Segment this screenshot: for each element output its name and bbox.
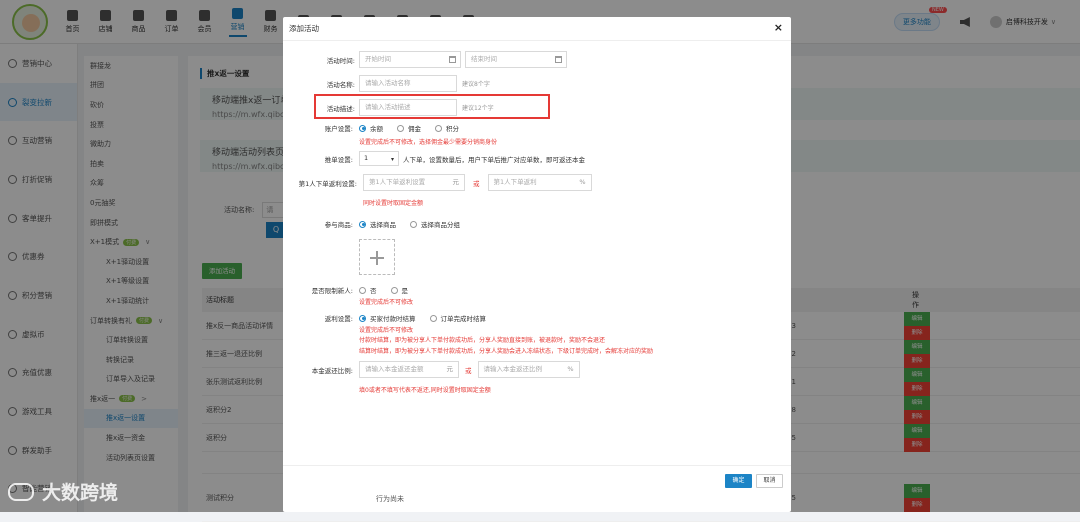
radio-circle-icon — [359, 124, 366, 132]
activity-description-input[interactable]: 请输入活动描述 — [359, 99, 457, 116]
name-label: 活动名称: — [326, 80, 355, 89]
radio-option[interactable]: 是 — [390, 285, 409, 295]
modal-title: 添加活动 — [289, 24, 319, 33]
yuan-unit: 元 — [452, 178, 460, 186]
radio-label: 订单完成时结算 — [440, 315, 487, 323]
first-rebate-row: 第1人下单返利设置: 第1人下单返利设置 元 或 第1人下单返利% — [283, 174, 592, 191]
modal-header: 添加活动 × — [283, 17, 791, 41]
radio-label: 是 — [401, 287, 409, 295]
order-row: 推单设置: 1 ▾ 人下单，设置数量后，用户下单后推广对应单数，即可返还本金 — [283, 151, 585, 166]
principal-percent-input[interactable]: 请输入本金返还比例% — [477, 361, 580, 378]
watermark: 大数跨境 — [8, 478, 118, 505]
account-row: 账户设置: 余额 佣金 积分 — [283, 123, 473, 134]
principal-amount-input[interactable]: 请输入本金返还金额 元 — [359, 361, 459, 378]
radio-circle-icon — [390, 286, 398, 294]
first-rebate-percent-placeholder: 第1人下单返利 — [493, 178, 537, 186]
principal-note: 填0或者不填写代表不返还,同时设置时取固定金额 — [359, 387, 491, 394]
add-activity-modal: 添加活动 × 活动时间: 开始时间 结束时间 活动名称: 请输入活动名称 建议8… — [283, 17, 791, 512]
chevron-down-icon: ▾ — [390, 156, 394, 163]
description-hint: 建议12个字 — [462, 105, 494, 112]
watermark-logo-icon — [8, 482, 34, 501]
percent-unit: % — [579, 178, 586, 186]
radio-label: 选择商品分组 — [421, 221, 460, 229]
radio-label: 余额 — [370, 125, 383, 133]
name-hint: 建议8个字 — [462, 81, 490, 88]
description-label: 活动描述: — [326, 104, 355, 113]
rebate-setting-row: 返利设置: 买家付款时结算 订单完成时结算 — [283, 313, 500, 324]
radio-option[interactable]: 积分 — [435, 123, 459, 133]
account-label: 账户设置: — [324, 125, 353, 134]
first-rebate-label: 第1人下单返利设置: — [298, 179, 357, 188]
name-row: 活动名称: 请输入活动名称 建议8个字 — [283, 75, 490, 92]
calendar-icon — [555, 56, 562, 63]
radio-option[interactable]: 余额 — [359, 123, 383, 133]
time-row: 活动时间: 开始时间 结束时间 — [283, 51, 567, 68]
radio-circle-icon — [359, 314, 366, 322]
end-time-input[interactable]: 结束时间 — [465, 51, 567, 68]
radio-label: 买家付款时结算 — [370, 315, 416, 323]
radio-option[interactable]: 买家付款时结算 — [359, 313, 416, 323]
time-label: 活动时间: — [326, 56, 355, 65]
radio-option[interactable]: 选择商品分组 — [410, 219, 460, 229]
principal-percent-placeholder: 请输入本金返还比例 — [483, 365, 543, 373]
radio-circle-icon — [359, 220, 366, 228]
first-rebate-amount-placeholder: 第1人下单返利设置 — [369, 178, 426, 186]
principal-row: 本金返还比例: 请输入本金返还金额 元 或 请输入本金返还比例% — [283, 361, 580, 378]
principal-label: 本金返还比例: — [311, 366, 353, 375]
activity-name-input[interactable]: 请输入活动名称 — [359, 75, 457, 92]
first-rebate-amount-input[interactable]: 第1人下单返利设置 元 — [363, 174, 465, 191]
yuan-unit: 元 — [446, 365, 454, 373]
radio-circle-icon — [359, 286, 366, 294]
plus-icon-vertical — [376, 251, 378, 265]
rebate-setting-note-3: 结算时结算，即为被分享人下单付款成功后，分享人奖励会进入冻结状态，下级订单完成时… — [359, 348, 654, 355]
radio-label: 选择商品 — [370, 221, 396, 229]
radio-label: 否 — [370, 287, 377, 295]
radio-circle-icon — [435, 124, 442, 132]
limit-label: 是否限制新人: — [311, 287, 353, 296]
principal-amount-placeholder: 请输入本金返还金额 — [365, 365, 424, 373]
start-time-input[interactable]: 开始时间 — [359, 51, 461, 68]
or-text: 或 — [465, 366, 472, 375]
radio-option[interactable]: 选择商品 — [359, 219, 396, 229]
radio-label: 佣金 — [408, 125, 421, 133]
percent-unit: % — [567, 365, 574, 373]
modal-footer — [283, 465, 791, 466]
calendar-icon — [449, 56, 456, 63]
radio-circle-icon — [410, 220, 417, 228]
account-note: 设置完成后不可修改，选择佣金最少需要分销商身份 — [359, 139, 498, 146]
description-row: 活动描述: 请输入活动描述 建议12个字 — [283, 99, 494, 116]
rebate-setting-label: 返利设置: — [324, 315, 353, 324]
table-footer-fragment: 行为尚未 — [376, 495, 404, 503]
rebate-setting-note-2: 付款时结算，即为被分享人下单付款成功后，分享人奖励直接到账，被退款时，奖励不会退… — [359, 337, 606, 344]
goods-label: 参与商品: — [324, 221, 353, 230]
first-rebate-note: 同时设置时取固定金额 — [363, 200, 424, 207]
limit-note: 设置完成后不可修改 — [359, 299, 414, 306]
watermark-text: 大数跨境 — [42, 482, 119, 504]
confirm-button[interactable]: 确定 — [725, 474, 752, 488]
order-count-value: 1 — [364, 154, 369, 162]
order-count-select[interactable]: 1 ▾ — [359, 151, 399, 166]
radio-option[interactable]: 佣金 — [397, 123, 421, 133]
radio-option[interactable]: 订单完成时结算 — [429, 313, 487, 323]
goods-row: 参与商品: 选择商品 选择商品分组 — [283, 219, 474, 230]
close-icon[interactable]: × — [774, 21, 783, 34]
or-text: 或 — [473, 179, 480, 188]
limit-row: 是否限制新人: 否 是 — [283, 285, 422, 296]
rebate-setting-note-1: 设置完成后不可修改 — [359, 327, 414, 334]
end-time-placeholder: 结束时间 — [471, 55, 497, 63]
cancel-button[interactable]: 取消 — [756, 474, 783, 488]
order-label: 推单设置: — [324, 155, 353, 164]
radio-option[interactable]: 否 — [359, 285, 377, 295]
radio-label: 积分 — [446, 125, 459, 133]
radio-circle-icon — [397, 124, 404, 132]
radio-circle-icon — [429, 314, 437, 322]
start-time-placeholder: 开始时间 — [365, 55, 391, 63]
first-rebate-percent-input[interactable]: 第1人下单返利% — [487, 174, 592, 191]
order-note: 人下单，设置数量后，用户下单后推广对应单数，即可返还本金 — [403, 155, 585, 164]
add-goods-button[interactable] — [359, 239, 395, 275]
